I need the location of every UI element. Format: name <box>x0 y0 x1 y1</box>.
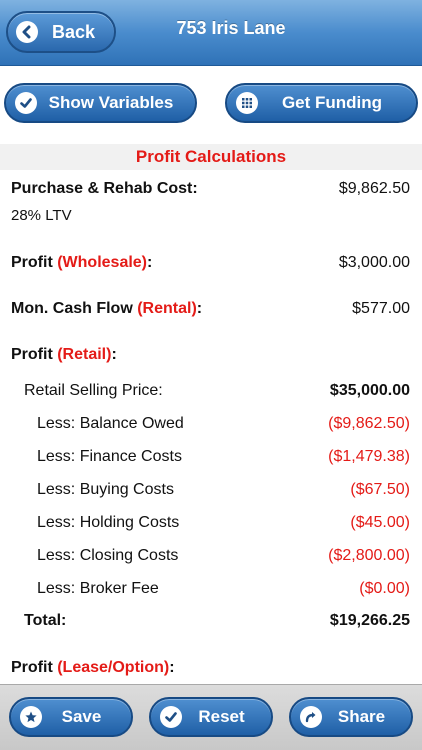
profit-calculations-panel[interactable]: Profit Calculations Purchase & Rehab Cos… <box>0 144 422 684</box>
lease-option-tag: (Lease/Option) <box>57 659 170 676</box>
retail-total-label: Total: <box>24 612 67 629</box>
star-icon <box>20 706 42 728</box>
share-arrow-icon <box>300 706 322 728</box>
save-label: Save <box>61 707 102 726</box>
deduction-value: ($45.00) <box>350 514 410 531</box>
lease-option-label: Profit (Lease/Option): <box>11 659 175 676</box>
get-funding-label: Get Funding <box>281 93 383 112</box>
get-funding-button[interactable]: Get Funding <box>225 83 418 123</box>
deduction-label: Less: Balance Owed <box>37 415 184 432</box>
deduction-label: Less: Holding Costs <box>37 514 180 531</box>
checkmark-icon <box>15 92 37 114</box>
share-label: Share <box>337 707 386 726</box>
rental-value: $577.00 <box>352 300 410 317</box>
back-button-label: Back <box>52 21 96 42</box>
purchase-rehab-value: $9,862.50 <box>338 180 410 197</box>
grid-icon <box>236 92 258 114</box>
wholesale-value: $3,000.00 <box>338 254 410 271</box>
reset-label: Reset <box>198 707 245 726</box>
deduction-label: Less: Buying Costs <box>37 481 174 498</box>
share-button[interactable]: Share <box>289 697 413 737</box>
retail-total-value: $19,266.25 <box>329 612 410 629</box>
deduction-value: ($67.50) <box>350 481 410 498</box>
bottom-toolbar: Save Reset Share <box>0 684 422 750</box>
rental-tag: (Rental) <box>137 300 197 317</box>
deduction-value: ($1,479.38) <box>328 448 410 465</box>
save-button[interactable]: Save <box>9 697 133 737</box>
retail-selling-price-value: $35,000.00 <box>329 382 410 399</box>
back-button[interactable]: Back <box>6 11 116 53</box>
deduction-value: ($2,800.00) <box>328 547 410 564</box>
retail-selling-price-label: Retail Selling Price: <box>24 382 163 399</box>
purchase-rehab-label: Purchase & Rehab Cost: <box>11 180 198 197</box>
show-variables-button[interactable]: Show Variables <box>4 83 197 123</box>
retail-tag: (Retail) <box>57 346 112 363</box>
checkmark-icon <box>160 706 182 728</box>
retail-label: Profit (Retail): <box>11 346 117 363</box>
rental-label: Mon. Cash Flow (Rental): <box>11 300 203 317</box>
section-title: Profit Calculations <box>0 144 422 170</box>
wholesale-label: Profit (Wholesale): <box>11 254 153 271</box>
deduction-value: ($9,862.50) <box>328 415 410 432</box>
show-variables-label: Show Variables <box>48 93 174 112</box>
deduction-label: Less: Closing Costs <box>37 547 179 564</box>
deduction-label: Less: Broker Fee <box>37 580 159 597</box>
page-title: 753 Iris Lane <box>176 17 286 38</box>
ltv-text: 28% LTV <box>11 207 72 224</box>
wholesale-tag: (Wholesale) <box>57 254 148 271</box>
nav-bar: Back 753 Iris Lane <box>0 0 422 66</box>
action-row: Show Variables Get Funding <box>0 66 422 144</box>
chevron-left-icon <box>16 21 38 43</box>
deduction-label: Less: Finance Costs <box>37 448 182 465</box>
deduction-value: ($0.00) <box>359 580 410 597</box>
reset-button[interactable]: Reset <box>149 697 273 737</box>
